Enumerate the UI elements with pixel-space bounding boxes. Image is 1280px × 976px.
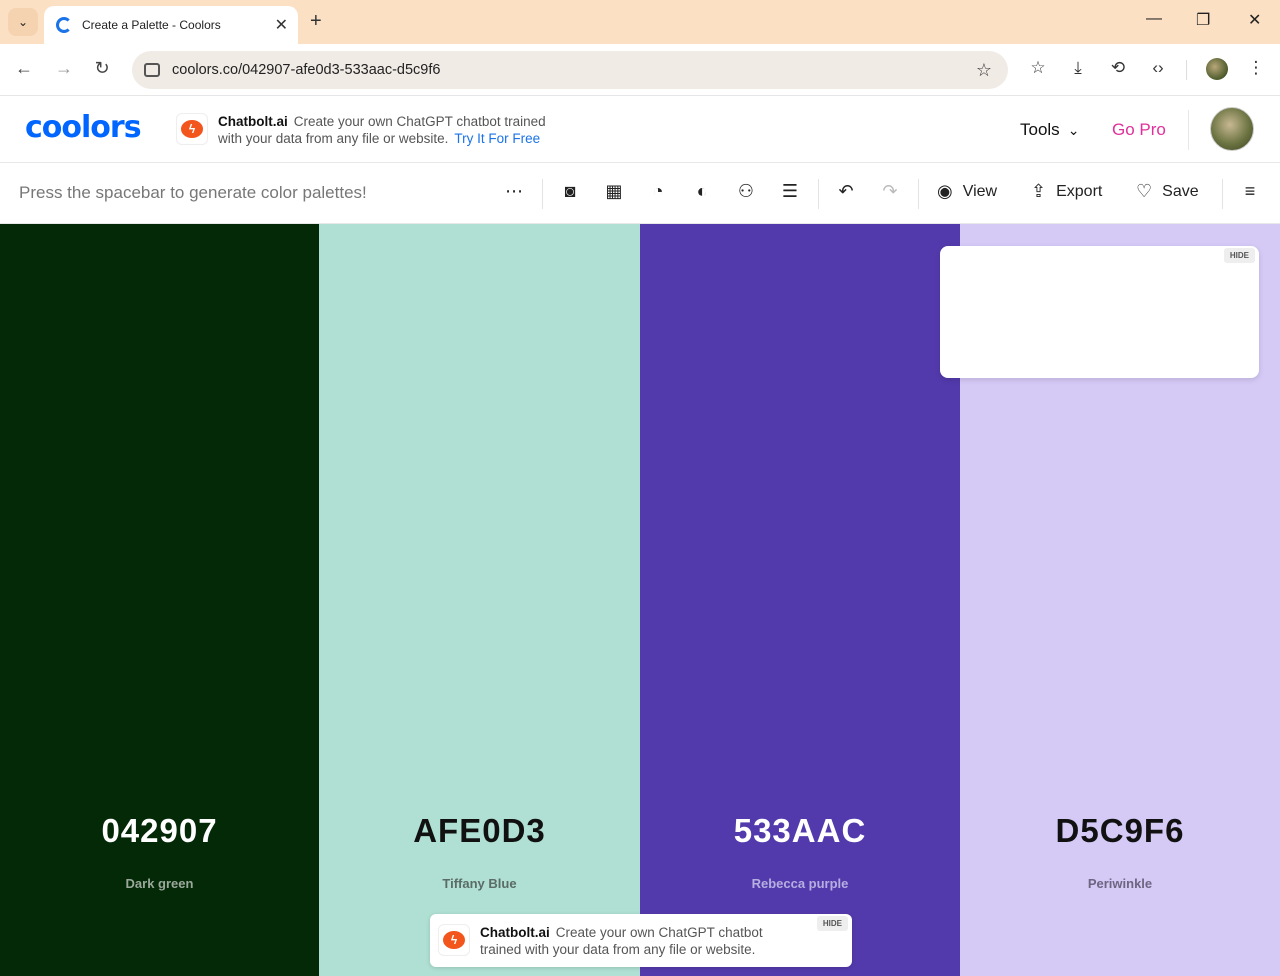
color-name[interactable]: Dark green bbox=[0, 876, 319, 891]
eye-icon: ◉ bbox=[937, 181, 953, 201]
forward-icon[interactable]: → bbox=[52, 58, 76, 79]
tools-label: Tools bbox=[1020, 120, 1060, 139]
chatbolt-ad-icon[interactable]: ϟ bbox=[176, 113, 208, 145]
color-swatch[interactable]: 533AAC Rebecca purple bbox=[640, 224, 960, 976]
close-window-icon[interactable]: ✕ bbox=[1248, 10, 1261, 30]
toolbar-divider bbox=[1222, 179, 1223, 209]
download-icon[interactable]: ⤓ bbox=[1066, 58, 1090, 78]
coolors-logo[interactable]: coolors bbox=[25, 110, 142, 145]
tab-search-button[interactable]: ⌄ bbox=[8, 8, 38, 36]
browser-toolbar: ← → ↻ coolors.co/042907-afe0d3-533aac-d5… bbox=[0, 44, 1280, 96]
chatbolt-logo-icon: ϟ bbox=[443, 931, 465, 949]
color-hex[interactable]: D5C9F6 bbox=[960, 812, 1280, 850]
heart-icon: ♡ bbox=[1136, 181, 1153, 201]
toolbar-divider bbox=[818, 179, 819, 209]
ad-brand: Chatbolt.ai bbox=[480, 925, 550, 940]
bookmark-star-icon[interactable]: ☆ bbox=[976, 60, 992, 81]
minimize-window-icon[interactable]: — bbox=[1146, 10, 1162, 28]
user-avatar[interactable] bbox=[1210, 107, 1254, 151]
color-name[interactable]: Rebecca purple bbox=[640, 876, 960, 891]
close-tab-icon[interactable]: ✕ bbox=[275, 15, 288, 35]
ad-line1: Create your own ChatGPT chatbot bbox=[555, 925, 763, 940]
ad-brand: Chatbolt.ai bbox=[218, 114, 288, 129]
color-hex[interactable]: AFE0D3 bbox=[319, 812, 640, 850]
chevron-down-icon: ⌄ bbox=[1067, 122, 1080, 138]
reload-icon[interactable]: ↻ bbox=[90, 58, 114, 79]
color-hex[interactable]: 533AAC bbox=[640, 812, 960, 850]
hamburger-menu-icon[interactable]: ≡ bbox=[1238, 181, 1262, 202]
more-options-icon[interactable]: ⋯ bbox=[502, 181, 526, 202]
toolbar-divider bbox=[1186, 60, 1187, 80]
go-pro-link[interactable]: Go Pro bbox=[1112, 120, 1166, 140]
chatbolt-ad-icon: ϟ bbox=[438, 924, 470, 956]
color-swatch[interactable]: AFE0D3 Tiffany Blue bbox=[319, 224, 640, 976]
color-name[interactable]: Tiffany Blue bbox=[319, 876, 640, 891]
app-header: coolors ϟ Chatbolt.ai Create your own Cha… bbox=[0, 96, 1280, 163]
color-hex[interactable]: 042907 bbox=[0, 812, 319, 850]
browser-tabstrip: ⌄ Create a Palette - Coolors ✕ + — ❐ ✕ bbox=[0, 0, 1280, 44]
header-ad[interactable]: Chatbolt.ai Create your own ChatGPT chatb… bbox=[218, 113, 578, 147]
shapes-icon[interactable]: ◔ bbox=[646, 181, 670, 202]
view-label: View bbox=[962, 182, 998, 200]
devtools-icon[interactable]: ‹› bbox=[1146, 58, 1170, 78]
hide-ad-button[interactable]: HIDE bbox=[816, 916, 848, 931]
new-tab-button[interactable]: + bbox=[310, 10, 322, 33]
back-icon[interactable]: ← bbox=[12, 58, 36, 79]
address-bar[interactable]: coolors.co/042907-afe0d3-533aac-d5c9f6 ☆ bbox=[132, 51, 1008, 89]
bottom-ad-text: Chatbolt.ai Create your own ChatGPT chatb… bbox=[480, 924, 820, 958]
export-button[interactable]: ⇪ Export bbox=[1031, 181, 1102, 202]
tools-menu-button[interactable]: Tools ⌄ bbox=[1020, 120, 1079, 140]
adjust-sliders-icon[interactable]: ☰ bbox=[778, 181, 802, 202]
save-label: Save bbox=[1162, 182, 1199, 200]
color-blindness-glasses-icon[interactable]: ⚇ bbox=[734, 181, 758, 202]
undo-icon[interactable]: ↶ bbox=[834, 181, 858, 202]
grid-view-icon[interactable]: ▦ bbox=[602, 181, 626, 202]
bottom-ad-banner[interactable]: ϟ Chatbolt.ai Create your own ChatGPT cha… bbox=[430, 914, 852, 967]
save-button[interactable]: ♡ Save bbox=[1136, 181, 1199, 202]
ad-line2: with your data from any file or website. bbox=[218, 131, 449, 146]
side-ad-box: HIDE bbox=[940, 246, 1259, 378]
share-icon: ⇪ bbox=[1031, 181, 1047, 201]
ad-line2: trained with your data from any file or … bbox=[480, 942, 756, 957]
restore-window-icon[interactable]: ❐ bbox=[1196, 10, 1210, 30]
color-swatch[interactable]: 042907 Dark green bbox=[0, 224, 319, 976]
toolbar-divider bbox=[918, 179, 919, 209]
tab-title: Create a Palette - Coolors bbox=[82, 18, 221, 32]
spacebar-hint: Press the spacebar to generate color pal… bbox=[19, 183, 367, 202]
export-label: Export bbox=[1056, 182, 1103, 200]
contrast-icon[interactable]: ◐ bbox=[690, 181, 714, 202]
browser-profile-avatar[interactable] bbox=[1206, 58, 1228, 80]
coolors-favicon-icon bbox=[56, 17, 72, 33]
history-icon[interactable]: ⟲ bbox=[1106, 58, 1130, 78]
color-name[interactable]: Periwinkle bbox=[960, 876, 1280, 891]
redo-icon[interactable]: ↷ bbox=[878, 181, 902, 202]
header-divider bbox=[1188, 110, 1189, 150]
url-text[interactable]: coolors.co/042907-afe0d3-533aac-d5c9f6 bbox=[172, 62, 976, 78]
browser-menu-icon[interactable]: ⋮ bbox=[1244, 58, 1268, 78]
ad-cta-link[interactable]: Try It For Free bbox=[454, 131, 540, 146]
browser-tab-active[interactable]: Create a Palette - Coolors ✕ bbox=[44, 6, 298, 44]
favorites-icon[interactable]: ☆ bbox=[1026, 58, 1050, 78]
camera-icon[interactable]: ◙ bbox=[558, 181, 582, 202]
toolbar-divider bbox=[542, 179, 543, 209]
view-button[interactable]: ◉ View bbox=[937, 181, 997, 202]
generator-toolbar: Press the spacebar to generate color pal… bbox=[0, 163, 1280, 224]
ad-line1: Create your own ChatGPT chatbot trained bbox=[293, 114, 546, 129]
site-info-icon[interactable] bbox=[144, 63, 160, 77]
chatbolt-logo-icon: ϟ bbox=[181, 120, 203, 138]
hide-ad-button[interactable]: HIDE bbox=[1223, 248, 1255, 263]
